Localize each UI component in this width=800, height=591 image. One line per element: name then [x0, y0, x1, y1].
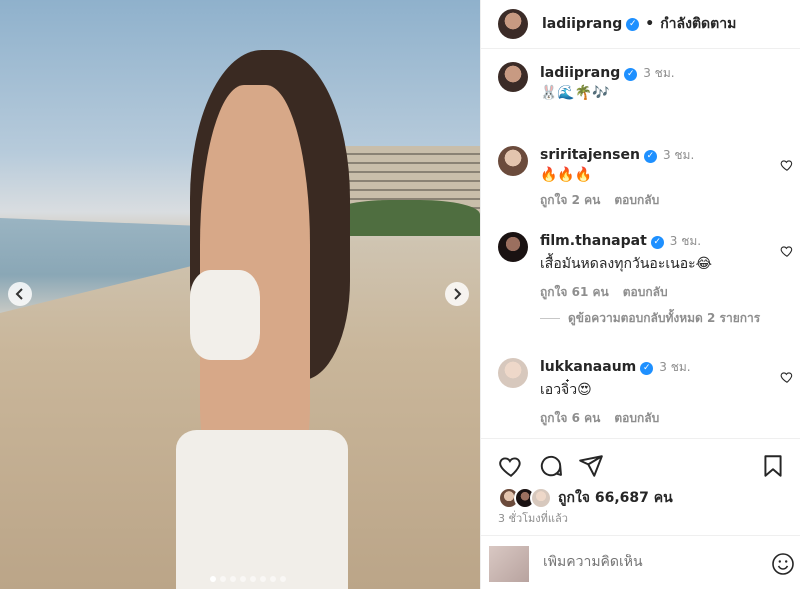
carousel-prev-button[interactable] — [8, 282, 32, 306]
post-header: ladiiprang ✓ • กำลังติดตาม — [481, 0, 800, 49]
add-comment-input[interactable] — [543, 554, 753, 570]
comment-likes[interactable]: ถูกใจ 2 คน — [540, 191, 600, 210]
verified-badge-icon: ✓ — [643, 150, 657, 163]
comment-text: เอวจิ๋ว😍 — [540, 382, 592, 398]
commenter-avatar[interactable] — [498, 232, 528, 262]
comment-item: lukkanaaum ✓ 3 ชม. เอวจิ๋ว😍 ถูกใจ 6 คน ตอบ… — [498, 358, 793, 428]
verified-badge-icon: ✓ — [626, 17, 640, 31]
replies-divider — [540, 318, 560, 319]
comment-text: เสื้อมันหดลงทุกวันอะเนอะ😂 — [540, 256, 712, 272]
comment-likes[interactable]: ถูกใจ 6 คน — [540, 409, 600, 428]
share-send-icon[interactable] — [578, 453, 604, 479]
post-modal: ladiiprang ✓ • กำลังติดตาม ladiiprang ✓ 3 … — [0, 0, 800, 589]
carousel-dot — [240, 576, 246, 582]
commenter-avatar[interactable] — [498, 358, 528, 388]
verified-badge-icon: ✓ — [650, 236, 664, 249]
chevron-left-icon — [15, 288, 23, 300]
caption-time: 3 ชม. — [643, 66, 675, 80]
person-top — [190, 270, 260, 360]
carousel-dot — [220, 576, 226, 582]
liker-avatar — [530, 487, 552, 509]
commenter-avatar[interactable] — [498, 146, 528, 176]
commenter-username[interactable]: film.thanapat — [540, 233, 647, 249]
view-replies-button[interactable]: ดูข้อความตอบกลับทั้งหมด 2 รายการ — [540, 310, 780, 327]
post-caption: ladiiprang ✓ 3 ชม. 🐰🌊🌴🎶 — [498, 62, 788, 101]
comment-body: film.thanapat ✓ 3 ชม. เสื้อมันหดลงทุกวันอะ… — [540, 232, 770, 302]
reply-button[interactable]: ตอบกลับ — [614, 409, 659, 428]
comment-meta: ถูกใจ 6 คน ตอบกลับ — [540, 409, 770, 428]
caption-avatar[interactable] — [498, 62, 528, 92]
commenter-username[interactable]: sriritajensen — [540, 147, 640, 163]
caption-body: ladiiprang ✓ 3 ชม. 🐰🌊🌴🎶 — [540, 62, 675, 101]
view-replies-label: ดูข้อความตอบกลับทั้งหมด 2 รายการ — [568, 311, 761, 325]
comment-body: sriritajensen ✓ 3 ชม. 🔥🔥🔥 ถูกใจ 2 คน ตอบกล… — [540, 146, 770, 210]
comment-body: lukkanaaum ✓ 3 ชม. เอวจิ๋ว😍 ถูกใจ 6 คน ตอบ… — [540, 358, 770, 428]
separator: • — [645, 16, 655, 32]
comment-meta: ถูกใจ 2 คน ตอบกลับ — [540, 191, 770, 210]
comment-time: 3 ชม. — [662, 148, 695, 162]
carousel-dot — [260, 576, 266, 582]
carousel-dot — [230, 576, 236, 582]
action-icons — [498, 453, 798, 481]
carousel-next-button[interactable] — [445, 282, 469, 306]
comment-time: 3 ชม. — [659, 360, 691, 374]
bookmark-icon[interactable] — [760, 453, 786, 479]
commenter-username[interactable]: lukkanaaum — [540, 359, 636, 375]
author-username[interactable]: ladiiprang — [542, 16, 622, 32]
post-sidebar: ladiiprang ✓ • กำลังติดตาม ladiiprang ✓ 3 … — [480, 0, 800, 589]
reply-button[interactable]: ตอบกลับ — [614, 191, 659, 210]
post-time-ago: 3 ชั่วโมงที่แล้ว — [498, 512, 568, 525]
like-heart-icon[interactable] — [498, 453, 524, 479]
carousel-dot — [270, 576, 276, 582]
comment-item: sriritajensen ✓ 3 ชม. 🔥🔥🔥 ถูกใจ 2 คน ตอบกล… — [498, 146, 793, 210]
verified-badge-icon: ✓ — [624, 68, 638, 81]
caption-text: 🐰🌊🌴🎶 — [540, 85, 610, 101]
add-comment-bar — [481, 535, 800, 591]
carousel-dots — [210, 576, 286, 582]
verified-badge-icon: ✓ — [640, 362, 654, 375]
likes-count[interactable]: ถูกใจ 66,687 คน — [558, 487, 673, 509]
comment-bubble-icon[interactable] — [538, 453, 564, 479]
heart-icon[interactable] — [780, 370, 794, 384]
likes-summary[interactable]: ถูกใจ 66,687 คน — [498, 487, 673, 509]
heart-icon[interactable] — [780, 244, 794, 258]
carousel-dot — [280, 576, 286, 582]
carousel-dot — [250, 576, 256, 582]
comment-item: film.thanapat ✓ 3 ชม. เสื้อมันหดลงทุกวันอะ… — [498, 232, 793, 302]
comment-meta: ถูกใจ 61 คน ตอบกลับ — [540, 283, 770, 302]
comment-text: 🔥🔥🔥 — [540, 167, 593, 183]
post-photo[interactable] — [0, 0, 480, 589]
user-thumbnail — [489, 546, 529, 582]
comment-time: 3 ชม. — [669, 234, 702, 248]
heart-icon[interactable] — [780, 158, 794, 172]
emoji-icon[interactable] — [771, 552, 795, 576]
post-actions: ถูกใจ 66,687 คน 3 ชั่วโมงที่แล้ว — [481, 438, 800, 590]
chevron-right-icon — [454, 288, 462, 300]
carousel-dot — [210, 576, 216, 582]
reply-button[interactable]: ตอบกลับ — [623, 283, 668, 302]
person-skirt — [176, 430, 348, 589]
following-button[interactable]: กำลังติดตาม — [660, 13, 736, 35]
trees — [330, 200, 480, 236]
caption-username[interactable]: ladiiprang — [540, 65, 620, 81]
comment-likes[interactable]: ถูกใจ 61 คน — [540, 283, 609, 302]
author-avatar[interactable] — [498, 9, 528, 39]
